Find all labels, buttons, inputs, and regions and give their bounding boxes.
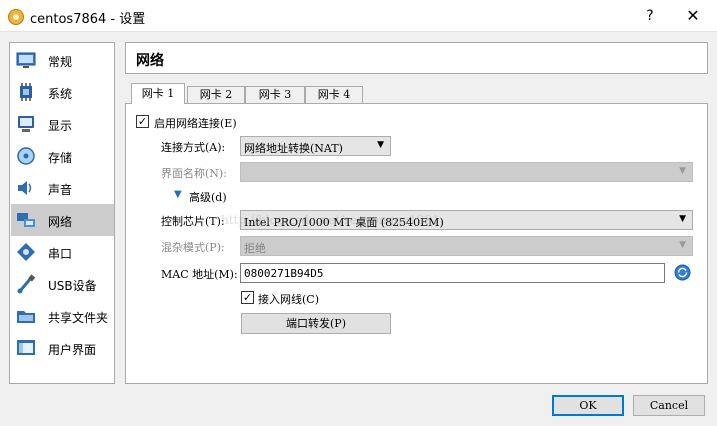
- help-button[interactable]: ?: [639, 5, 661, 27]
- sidebar-item-storage[interactable]: 存储: [11, 140, 114, 172]
- chevron-down-icon: ▼: [679, 214, 686, 224]
- enable-adapter-checkbox[interactable]: ✓: [136, 115, 149, 128]
- sidebar-item-label: 显示: [48, 119, 73, 133]
- close-button[interactable]: ✕: [682, 5, 704, 27]
- sidebar-item-label: 存储: [48, 151, 73, 165]
- sidebar-item-general[interactable]: 常规: [11, 44, 114, 76]
- tab-adapter-3[interactable]: 网卡 3: [245, 86, 305, 104]
- promiscuous-mode-value: 拒绝: [244, 242, 266, 255]
- tab-adapter-2[interactable]: 网卡 2: [187, 86, 245, 104]
- sidebar-item-label: 声音: [48, 183, 73, 197]
- tab-adapter-4[interactable]: 网卡 4: [305, 86, 363, 104]
- sidebar-item-usb[interactable]: USB设备: [11, 268, 114, 300]
- adapter-type-label: 控制芯片(T):: [161, 215, 225, 228]
- tab-adapter-1[interactable]: 网卡 1: [131, 83, 185, 104]
- serial-port-icon: [17, 243, 35, 261]
- advanced-toggle[interactable]: 高级(d): [189, 189, 227, 205]
- window-title: centos7864 - 设置: [30, 12, 146, 27]
- sidebar-item-label: 网络: [48, 215, 73, 229]
- sidebar-item-user-interface[interactable]: 用户界面: [11, 332, 114, 364]
- sidebar-item-label: USB设备: [48, 279, 97, 293]
- sidebar-item-display[interactable]: 显示: [11, 108, 114, 140]
- chevron-down-icon: ▼: [679, 240, 686, 250]
- usb-icon: [17, 274, 36, 294]
- attached-to-select[interactable]: 网络地址转换(NAT) ▼: [240, 136, 391, 156]
- page-header: 网络: [125, 42, 708, 74]
- network-icon: [17, 213, 35, 227]
- promiscuous-mode-select[interactable]: 拒绝 ▼: [240, 236, 693, 256]
- refresh-mac-icon[interactable]: [674, 264, 691, 281]
- sidebar-item-label: 用户界面: [48, 343, 97, 357]
- sidebar-item-label: 系统: [48, 87, 73, 101]
- sidebar-item-network[interactable]: 网络: [11, 204, 114, 236]
- name-label: 界面名称(N):: [161, 167, 227, 180]
- shared-folder-icon: [17, 311, 35, 323]
- user-interface-icon: [17, 340, 35, 355]
- promiscuous-mode-label: 混杂模式(P):: [161, 241, 225, 254]
- attached-to-value: 网络地址转换(NAT): [244, 142, 343, 155]
- sidebar-item-audio[interactable]: 声音: [11, 172, 114, 204]
- storage-icon: [17, 147, 35, 165]
- display-icon: [18, 116, 34, 132]
- enable-adapter-label: 启用网络连接(E): [154, 117, 237, 130]
- sidebar-item-label: 共享文件夹: [48, 311, 109, 325]
- advanced-expand-icon[interactable]: ▼: [174, 189, 182, 200]
- cancel-button[interactable]: Cancel: [633, 395, 705, 416]
- sidebar-item-label: 常规: [48, 55, 73, 69]
- ok-button[interactable]: OK: [552, 395, 624, 416]
- adapter-type-select[interactable]: Intel PRO/1000 MT 桌面 (82540EM) ▼: [240, 210, 693, 230]
- chevron-down-icon: ▼: [377, 140, 384, 150]
- page-title: 网络: [136, 53, 164, 69]
- audio-icon: [18, 181, 32, 195]
- port-forwarding-button[interactable]: 端口转发(P): [241, 313, 391, 334]
- virtualbox-app-icon: [8, 9, 24, 25]
- mac-address-input[interactable]: 0800271B94D5: [240, 263, 665, 283]
- cable-connected-checkbox[interactable]: ✓: [241, 291, 254, 304]
- general-icon: [16, 52, 36, 68]
- settings-sidebar: 常规 系统 显示 存储 声音 网络 串口 USB设备 共享文件夹 用户界面: [9, 42, 115, 384]
- sidebar-item-label: 串口: [48, 247, 73, 261]
- system-icon: [20, 83, 32, 101]
- sidebar-item-shared-folders[interactable]: 共享文件夹: [11, 300, 114, 332]
- adapter-type-value: Intel PRO/1000 MT 桌面 (82540EM): [244, 216, 444, 229]
- mac-address-label: MAC 地址(M):: [161, 268, 238, 281]
- cable-connected-label: 接入网线(C): [258, 293, 319, 306]
- chevron-down-icon: ▼: [679, 166, 686, 176]
- sidebar-item-serial-port[interactable]: 串口: [11, 236, 114, 268]
- attached-to-label: 连接方式(A):: [161, 141, 226, 154]
- sidebar-item-system[interactable]: 系统: [11, 76, 114, 108]
- name-select[interactable]: ▼: [240, 162, 693, 182]
- title-bar: centos7864 - 设置 ? ✕: [0, 0, 717, 32]
